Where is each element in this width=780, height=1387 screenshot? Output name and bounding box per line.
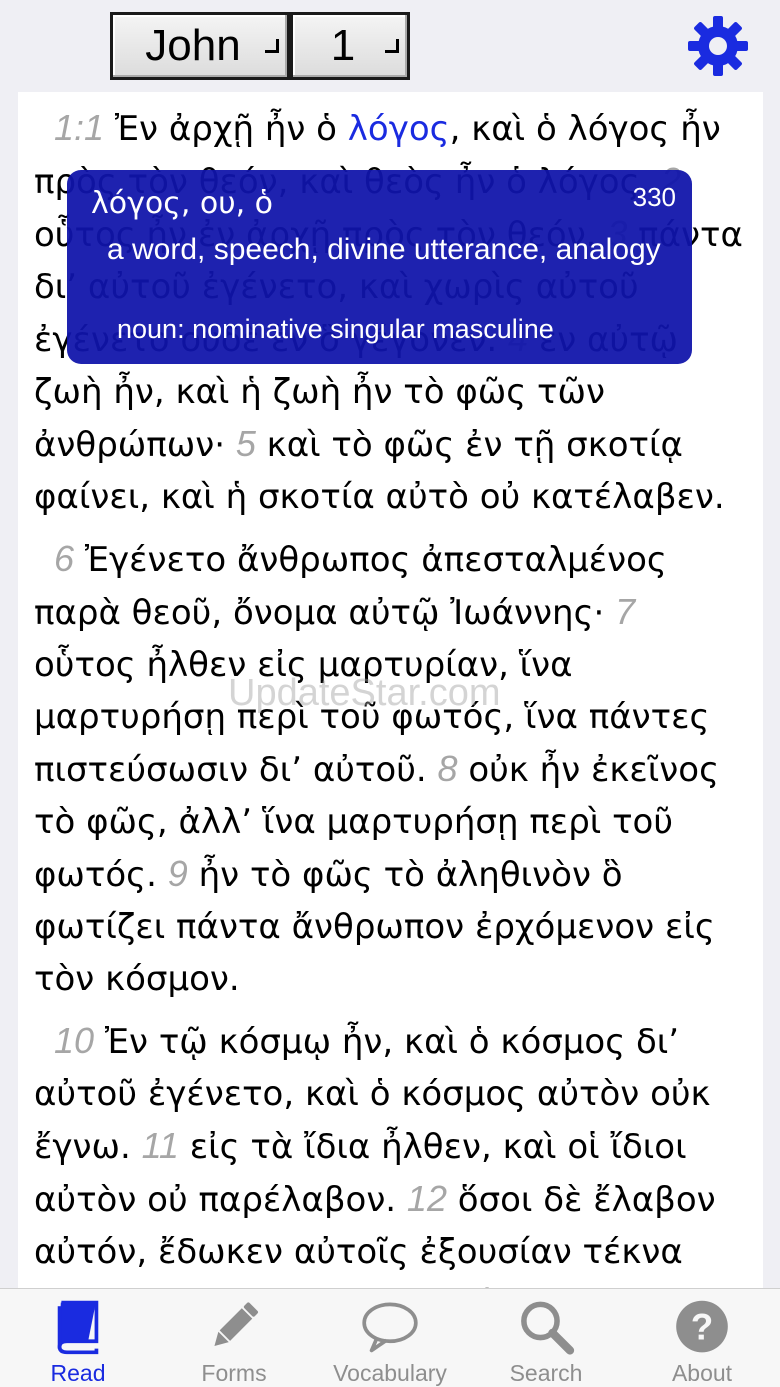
top-bar: John 1: [0, 0, 780, 88]
tab-about-label: About: [671, 1360, 733, 1386]
tab-search-label: Search: [509, 1360, 583, 1386]
question-icon: ?: [676, 1300, 728, 1353]
book-picker-label: John: [145, 21, 241, 70]
gear-icon[interactable]: [686, 14, 750, 78]
tab-vocabulary-label: Vocabulary: [333, 1360, 447, 1386]
verse-number[interactable]: 11: [142, 1125, 179, 1166]
verse-number[interactable]: 12: [407, 1178, 447, 1219]
search-icon: [521, 1301, 575, 1355]
verse-number[interactable]: 9: [168, 853, 188, 894]
paragraph-indent: [34, 1022, 54, 1062]
verse-number[interactable]: 7: [615, 591, 635, 632]
chapter-picker-label: 1: [330, 21, 356, 70]
dropdown-caret-icon: [265, 39, 279, 53]
verse-number[interactable]: 10: [54, 1020, 94, 1061]
verse-number[interactable]: 6: [54, 538, 74, 579]
verse-number[interactable]: 1:1: [54, 107, 104, 148]
verse-text[interactable]: Ἐν ἀρχῇ ἦν ὁ: [104, 109, 348, 149]
tab-about[interactable]: ? About: [624, 1289, 780, 1387]
book-icon: [57, 1300, 99, 1355]
selected-word[interactable]: λόγος: [348, 109, 450, 149]
tab-read-label: Read: [50, 1360, 106, 1386]
pencil-icon: [214, 1302, 259, 1347]
tab-search[interactable]: Search: [468, 1289, 624, 1387]
dropdown-caret-icon: [385, 39, 399, 53]
popup-occurrence-count: 330: [632, 182, 676, 212]
tab-bar: Read Forms Vocabulary Search ? About: [0, 1288, 780, 1387]
verse-text[interactable]: Ἐγένετο ἄνθρωπος ἀπεσταλμένος παρὰ θεοῦ,…: [34, 540, 667, 633]
tab-forms[interactable]: Forms: [156, 1289, 312, 1387]
paragraph-indent: [34, 540, 54, 580]
book-picker[interactable]: John: [110, 12, 290, 80]
popup-parsing: noun: nominative singular masculine: [117, 314, 554, 344]
popup-gloss: a word, speech, divine utterance, analog…: [107, 233, 661, 266]
lexicon-popup[interactable]: λόγος, ου, ὁ 330 a word, speech, divine …: [67, 170, 692, 364]
paragraph-indent: [34, 109, 54, 149]
verse-number[interactable]: 5: [236, 423, 256, 464]
speech-bubble-icon: [362, 1302, 418, 1353]
chapter-picker[interactable]: 1: [290, 12, 410, 80]
paragraph: 6 Ἐγένετο ἄνθρωπος ἀπεσταλμένος παρὰ θεο…: [18, 533, 763, 1005]
tab-vocabulary[interactable]: Vocabulary: [312, 1289, 468, 1387]
tab-forms-label: Forms: [201, 1360, 267, 1386]
popup-lemma: λόγος, ου, ὁ: [91, 186, 274, 221]
verse-number[interactable]: 8: [437, 748, 457, 789]
paragraph: 10 Ἐν τῷ κόσμῳ ἦν, καὶ ὁ κόσμος δι’ αὐτο…: [18, 1015, 763, 1288]
tab-read[interactable]: Read: [0, 1289, 156, 1387]
svg-text:?: ?: [691, 1306, 714, 1347]
